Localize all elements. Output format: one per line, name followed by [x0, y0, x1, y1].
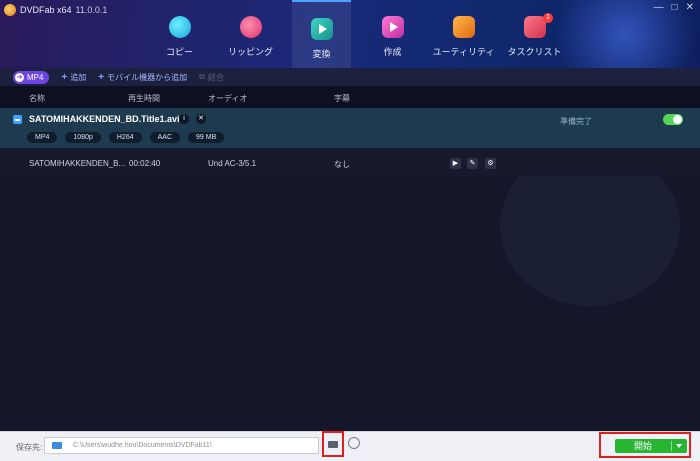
- track-row[interactable]: SATOMIHAKKENDEN_B... 00:02:40 Und AC-3/5…: [0, 150, 700, 176]
- start-highlight: 開始: [599, 432, 691, 458]
- close-button[interactable]: ✕: [686, 2, 694, 13]
- edit-icon[interactable]: ✎: [467, 158, 478, 169]
- nav-copy[interactable]: コピー: [150, 0, 209, 68]
- nav-ripping-label: リッピング: [227, 47, 273, 57]
- title-tags: MP4 1080p H264 AAC 99 MB: [27, 132, 225, 143]
- globe-icon[interactable]: [348, 437, 360, 449]
- title-row[interactable]: SATOMIHAKKENDEN_BD.Title1.avi i ✕ MP4 10…: [0, 108, 700, 148]
- tag-codec[interactable]: H264: [108, 132, 142, 143]
- format-label: MP4: [27, 72, 44, 82]
- nav-create[interactable]: 作成: [363, 0, 422, 68]
- track-duration: 00:02:40: [129, 159, 161, 168]
- convert-icon: [310, 18, 333, 40]
- track-subtitle[interactable]: なし: [334, 159, 350, 170]
- start-label: 開始: [633, 441, 652, 451]
- status-text: 準備完了: [560, 117, 592, 126]
- app-header: DVDFab x64 11.0.0.1 — □ ✕ コピー リッピング 変換 作…: [0, 0, 700, 68]
- format-arrow-icon: ➜: [15, 72, 24, 82]
- nav-create-label: 作成: [383, 47, 402, 57]
- tag-resolution[interactable]: 1080p: [65, 132, 101, 143]
- nav-utility[interactable]: ユーティリティ: [432, 0, 495, 68]
- copy-icon: [168, 16, 191, 38]
- background-decoration: [500, 176, 680, 306]
- add-button[interactable]: + 追加: [61, 72, 86, 83]
- logo-text: DVDFab x64: [20, 5, 72, 15]
- tag-size[interactable]: 99 MB: [188, 132, 225, 143]
- browse-folder-button[interactable]: [322, 431, 344, 457]
- track-name: SATOMIHAKKENDEN_B...: [29, 159, 126, 168]
- save-location-label: 保存先:: [16, 443, 43, 452]
- maximize-button[interactable]: □: [672, 2, 678, 13]
- task-area: [0, 176, 700, 431]
- merge-icon: ⧉: [199, 72, 205, 81]
- plus-icon: +: [98, 71, 105, 83]
- info-icon[interactable]: i: [179, 114, 189, 124]
- nav-convert[interactable]: 変換: [292, 0, 351, 68]
- minimize-button[interactable]: —: [654, 2, 664, 13]
- merge-button[interactable]: ⧉ 結合: [199, 72, 224, 83]
- settings-icon[interactable]: ⚙: [485, 158, 496, 169]
- chevron-down-icon[interactable]: [676, 444, 682, 448]
- merge-label: 結合: [207, 72, 224, 82]
- output-path-field[interactable]: C:\Users\wudhe.hou\Documents\DVDFab11\: [44, 437, 319, 454]
- track-audio[interactable]: Und AC-3/5.1: [208, 159, 256, 168]
- nav-convert-label: 変換: [312, 49, 331, 59]
- add-mobile-label: モバイル機器から追加: [107, 72, 188, 82]
- toolbox-icon: [452, 16, 475, 38]
- toolbar: ➜ MP4 + 追加 + モバイル機器から追加 ⧉ 結合: [0, 68, 700, 86]
- format-selector[interactable]: ➜ MP4: [13, 70, 50, 84]
- folder-icon: [52, 442, 62, 449]
- title-name: SATOMIHAKKENDEN_BD.Title1.avi: [29, 114, 180, 124]
- plus-icon: +: [61, 71, 68, 83]
- col-subtitle: 字幕: [334, 94, 350, 103]
- start-button[interactable]: 開始: [615, 439, 687, 453]
- task-count-badge: 1: [543, 13, 553, 23]
- nav-utility-label: ユーティリティ: [432, 47, 495, 57]
- column-header: 名称 再生時間 オーディオ 字幕: [0, 86, 700, 108]
- title-checkbox[interactable]: [13, 115, 22, 124]
- logo-icon: [4, 4, 16, 16]
- col-name: 名称: [29, 94, 45, 103]
- folder-icon: [328, 441, 338, 448]
- title-toggle[interactable]: [663, 114, 683, 125]
- app-logo: DVDFab x64 11.0.0.1: [4, 3, 107, 17]
- app-version: 11.0.0.1: [75, 5, 108, 15]
- nav-tasklist[interactable]: 1 タスクリスト: [505, 0, 564, 68]
- tag-audio-codec[interactable]: AAC: [149, 132, 181, 143]
- output-path-text: C:\Users\wudhe.hou\Documents\DVDFab11\: [73, 442, 212, 449]
- window-controls: — □ ✕: [654, 2, 694, 13]
- start-separator: [671, 441, 672, 451]
- col-audio: オーディオ: [208, 94, 248, 103]
- play-icon[interactable]: ▶: [450, 158, 461, 169]
- ripper-icon: [239, 16, 262, 38]
- main-nav: コピー リッピング 変換 作成 ユーティリティ 1 タスクリスト: [150, 0, 576, 68]
- nav-ripping[interactable]: リッピング: [221, 0, 280, 68]
- nav-copy-label: コピー: [165, 47, 193, 57]
- add-from-mobile-button[interactable]: + モバイル機器から追加: [98, 72, 187, 83]
- col-duration: 再生時間: [128, 94, 160, 103]
- nav-tasklist-label: タスクリスト: [507, 47, 562, 57]
- add-label: 追加: [70, 72, 87, 82]
- remove-icon[interactable]: ✕: [196, 114, 206, 124]
- create-icon: [381, 16, 404, 38]
- tag-format[interactable]: MP4: [27, 132, 58, 143]
